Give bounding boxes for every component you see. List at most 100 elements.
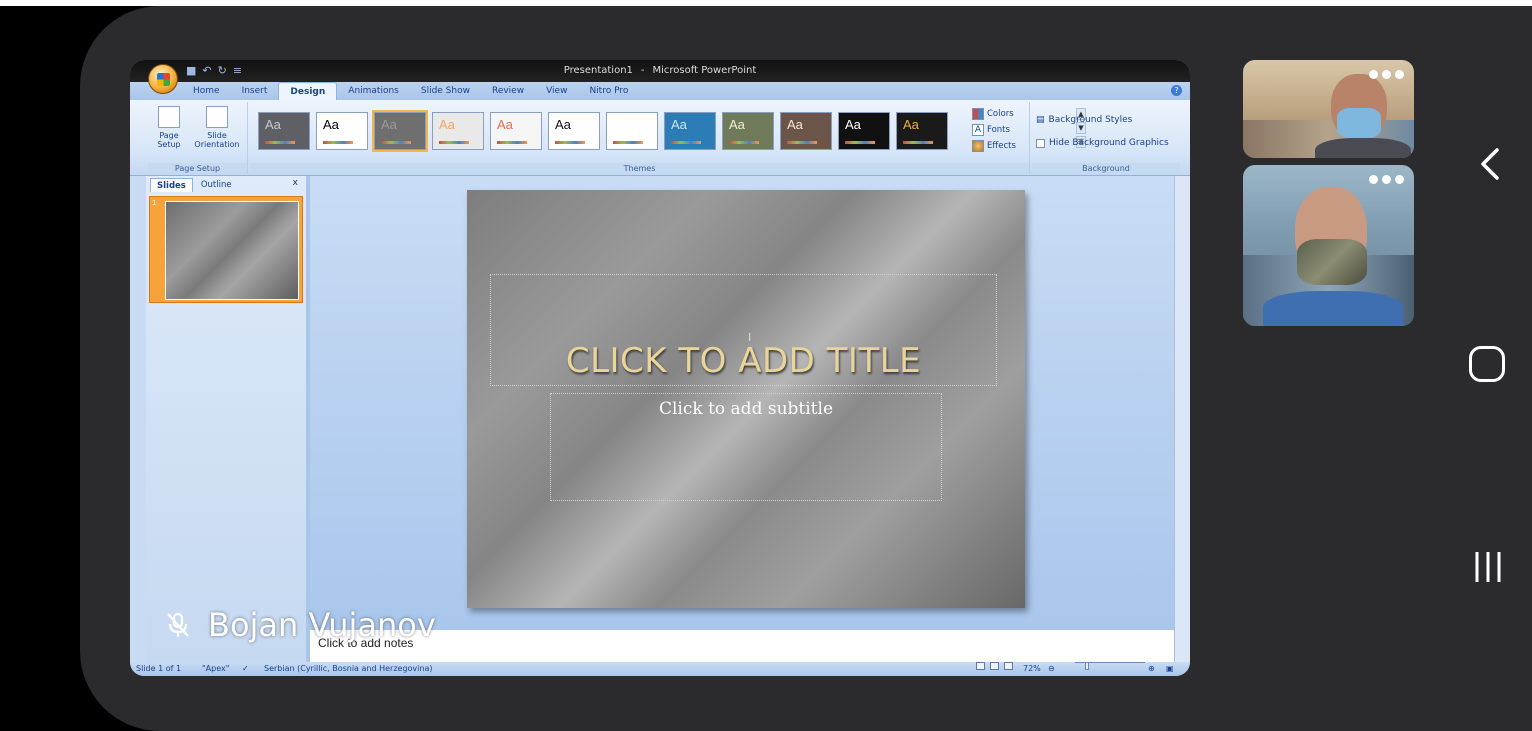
pane-tabs: Slides Outline	[146, 178, 238, 192]
tab-review[interactable]: Review	[481, 82, 535, 100]
tile-more-options-icon[interactable]	[1369, 70, 1404, 79]
slide-thumbnail[interactable]: 1	[149, 196, 303, 303]
fit-to-window-icon[interactable]: ▣	[1166, 662, 1174, 676]
theme-color-bar	[903, 141, 933, 144]
theme-color-bar	[265, 141, 295, 144]
theme-thumbnail[interactable]: Aa	[432, 112, 484, 150]
theme-label: Aa	[497, 117, 513, 132]
effects-icon	[972, 140, 984, 152]
theme-name-status: "Apex"	[202, 664, 230, 673]
presenter-name: Bojan Vujanov	[208, 606, 436, 644]
tab-nitro-pro[interactable]: Nitro Pro	[578, 82, 639, 100]
theme-thumbnail[interactable]: Aa	[780, 112, 832, 150]
theme-thumbnail[interactable]: Aa	[548, 112, 600, 150]
slide-show-view-icon[interactable]	[1004, 662, 1013, 670]
tab-home[interactable]: Home	[182, 82, 231, 100]
vertical-scrollbar[interactable]	[1174, 176, 1190, 662]
office-button[interactable]	[148, 64, 178, 94]
customize-qat-icon[interactable]: ≡	[233, 64, 242, 78]
spellcheck-icon: ✓	[242, 664, 249, 673]
face-mask	[1297, 239, 1367, 285]
participant-shirt	[1263, 291, 1403, 326]
theme-color-bar	[613, 141, 643, 144]
page-setup-group: Page Setup Slide Orientation Page Setup	[148, 102, 248, 174]
phone-screen: Presentation1- Microsoft PowerPoint ■ ↶ ↻…	[0, 0, 1532, 731]
theme-color-bar	[845, 141, 875, 144]
effects-button[interactable]: Effects	[972, 140, 1016, 152]
recent-apps-nav-icon[interactable]	[1472, 550, 1504, 584]
slide-number: 1	[152, 199, 157, 207]
theme-label: Aa	[671, 117, 687, 132]
theme-thumbnail[interactable]: Aa	[258, 112, 310, 150]
theme-thumbnail[interactable]: Aa	[722, 112, 774, 150]
language-status[interactable]: Serbian (Cyrillic, Bosnia and Herzegovin…	[264, 662, 432, 676]
theme-label: Aa	[439, 117, 455, 132]
zoom-slider-handle[interactable]	[1085, 662, 1089, 670]
face-mask	[1337, 108, 1381, 138]
ribbon-tabs: Home Insert Design Animations Slide Show…	[130, 82, 1190, 100]
slides-pane: Slides Outline x 1	[146, 176, 306, 662]
theme-color-bar	[381, 141, 411, 144]
notes-pane[interactable]: Click to add notes	[310, 628, 1174, 662]
theme-label: Aa	[729, 117, 745, 132]
background-styles-button[interactable]: ▤ Background Styles	[1036, 115, 1132, 125]
theme-label: Aa	[787, 117, 803, 132]
theme-color-bar	[787, 141, 817, 144]
window-title-bar: Presentation1- Microsoft PowerPoint	[130, 60, 1190, 82]
tab-view[interactable]: View	[535, 82, 578, 100]
theme-color-bar	[555, 141, 585, 144]
theme-label: Aa	[265, 117, 281, 132]
tab-outline[interactable]: Outline	[195, 178, 238, 192]
participant-video-tile[interactable]	[1243, 60, 1414, 158]
colors-button[interactable]: Colors	[972, 108, 1014, 120]
home-nav-icon[interactable]	[1469, 346, 1505, 382]
tab-design[interactable]: Design	[278, 82, 338, 100]
zoom-out-icon[interactable]: ⊖	[1048, 662, 1055, 676]
screen-share-view[interactable]: Presentation1- Microsoft PowerPoint ■ ↶ ↻…	[130, 60, 1190, 676]
theme-color-bar	[497, 141, 527, 144]
window-title-doc: Presentation1	[563, 65, 633, 76]
participant-shirt	[1315, 138, 1411, 158]
theme-thumbnail[interactable]: Aa	[664, 112, 716, 150]
title-placeholder[interactable]: I CLICK TO ADD TITLE	[490, 274, 997, 386]
theme-color-bar	[729, 141, 759, 144]
help-icon[interactable]: ?	[1171, 85, 1182, 96]
theme-thumbnail[interactable]: Aa	[372, 110, 428, 152]
save-icon[interactable]: ■	[186, 64, 196, 78]
slide-canvas: I CLICK TO ADD TITLE Click to add subtit…	[467, 190, 1025, 608]
redo-icon[interactable]: ↻	[218, 64, 227, 78]
zoom-in-icon[interactable]: ⊕	[1148, 662, 1155, 676]
theme-thumbnail[interactable]: Aa	[606, 112, 658, 150]
page-setup-icon	[158, 106, 180, 128]
theme-thumbnail[interactable]: Aa	[490, 112, 542, 150]
slide-orientation-button[interactable]: Slide Orientation	[192, 106, 242, 149]
theme-thumbnail[interactable]: Aa	[316, 112, 368, 150]
theme-thumbnail[interactable]: Aa	[896, 112, 948, 150]
hide-background-graphics-checkbox[interactable]: Hide Background Graphics	[1036, 138, 1169, 148]
window-title-app: Microsoft PowerPoint	[652, 65, 757, 76]
subtitle-placeholder-text: Click to add subtitle	[658, 399, 834, 419]
tab-animations[interactable]: Animations	[337, 82, 410, 100]
theme-thumbnail[interactable]: Aa	[838, 112, 890, 150]
back-nav-icon[interactable]	[1475, 146, 1505, 182]
themes-group-label: Themes	[250, 163, 1029, 174]
title-placeholder-text: CLICK TO ADD TITLE	[565, 341, 922, 381]
zoom-level[interactable]: 72%	[1023, 662, 1041, 676]
close-pane-icon[interactable]: x	[293, 178, 298, 188]
self-video-tile[interactable]	[1243, 165, 1414, 326]
tab-insert[interactable]: Insert	[231, 82, 279, 100]
mic-muted-icon	[167, 612, 189, 637]
theme-color-bar	[671, 141, 701, 144]
slide-sorter-view-icon[interactable]	[990, 662, 999, 670]
theme-label: Aa	[845, 117, 861, 132]
subtitle-placeholder[interactable]: Click to add subtitle	[550, 393, 942, 501]
tab-slides[interactable]: Slides	[150, 178, 193, 192]
normal-view-icon[interactable]	[976, 662, 985, 670]
page-setup-button[interactable]: Page Setup	[154, 106, 184, 149]
fonts-button[interactable]: A Fonts	[972, 124, 1010, 136]
theme-label: Aa	[555, 117, 571, 132]
tab-slide-show[interactable]: Slide Show	[410, 82, 481, 100]
powerpoint-window: Presentation1- Microsoft PowerPoint ■ ↶ ↻…	[130, 60, 1190, 676]
tile-more-options-icon[interactable]	[1369, 175, 1404, 184]
undo-icon[interactable]: ↶	[202, 64, 211, 78]
